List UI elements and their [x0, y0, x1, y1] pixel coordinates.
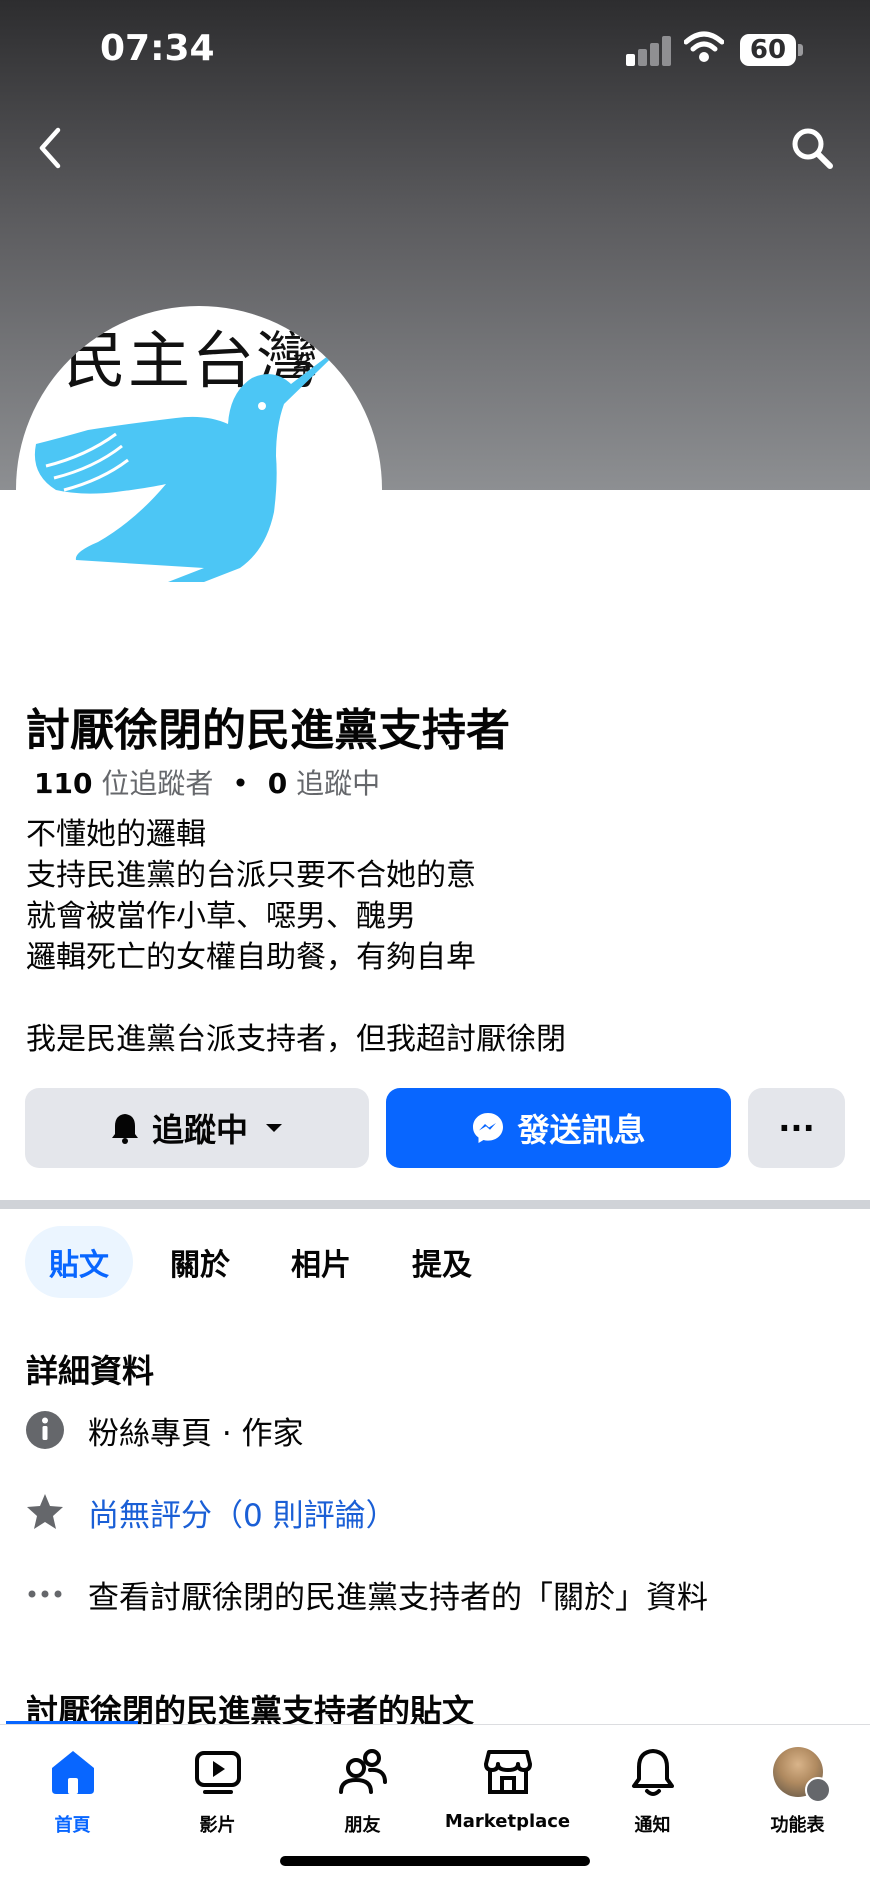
- send-message-button[interactable]: 發送訊息: [386, 1088, 731, 1168]
- about-link-text[interactable]: 查看討厭徐閉的民進黨支持者的「關於」資料: [88, 1572, 708, 1617]
- rating-link[interactable]: 尚無評分（0 則評論）: [88, 1490, 397, 1535]
- nav-home[interactable]: 首頁: [0, 1743, 145, 1837]
- battery-icon: 60: [740, 34, 796, 66]
- tab-about[interactable]: 關於: [146, 1226, 254, 1298]
- profile-tabs: 貼文 關於 相片 提及: [25, 1226, 509, 1298]
- nav-friends-label: 朋友: [344, 1815, 381, 1836]
- detail-about-link[interactable]: 查看討厭徐閉的民進黨支持者的「關於」資料: [24, 1569, 708, 1619]
- ellipsis-icon: [24, 1573, 66, 1615]
- back-icon[interactable]: [30, 124, 70, 172]
- bio-line: 邏輯死亡的女權自助餐，有夠自卑: [26, 940, 476, 975]
- bio-line: 就會被當作小草、噁男、醜男: [26, 899, 416, 934]
- bird-logo-icon: [34, 336, 354, 582]
- search-icon[interactable]: [788, 124, 836, 172]
- tab-photos[interactable]: 相片: [267, 1226, 375, 1298]
- detail-category: 粉絲專頁 · 作家: [24, 1405, 304, 1455]
- status-bar: 07:34 60: [0, 0, 870, 100]
- bio-line: 不懂她的邏輯: [26, 817, 206, 852]
- section-divider: [0, 1200, 870, 1209]
- messenger-icon: [473, 1113, 504, 1143]
- nav-home-label: 首頁: [54, 1815, 91, 1836]
- send-message-label: 發送訊息: [517, 1111, 646, 1149]
- tab-posts[interactable]: 貼文: [25, 1226, 133, 1298]
- bio-line: [26, 978, 566, 1019]
- stats-separator: •: [232, 767, 249, 800]
- marketplace-icon: [435, 1743, 580, 1801]
- menu-avatar-wrap: [725, 1743, 870, 1803]
- bio-line: 支持民進黨的台派只要不合她的意: [26, 858, 476, 893]
- home-icon: [0, 1743, 145, 1801]
- info-icon: [24, 1409, 66, 1451]
- menu-avatar: [772, 1747, 831, 1803]
- followers-count[interactable]: 110: [34, 767, 92, 800]
- following-button-label: 追蹤中: [151, 1111, 248, 1149]
- nav-marketplace-label: Marketplace: [444, 1811, 571, 1832]
- battery-nub: [798, 44, 803, 56]
- category-text: 粉絲專頁 · 作家: [88, 1415, 304, 1452]
- following-count[interactable]: 0: [268, 767, 287, 800]
- bell-icon: [111, 1114, 138, 1144]
- more-icon: ···: [778, 1109, 815, 1147]
- bell-icon: [580, 1743, 725, 1801]
- chevron-down-icon: [266, 1124, 282, 1132]
- more-options-button[interactable]: ···: [748, 1088, 845, 1168]
- following-label[interactable]: 追蹤中: [296, 767, 380, 800]
- tab-mentions[interactable]: 提及: [388, 1226, 496, 1298]
- cellular-signal-icon: [624, 34, 672, 66]
- menu-badge-icon: [804, 1777, 831, 1803]
- profile-picture[interactable]: 民主台灣 系: [16, 306, 382, 672]
- details-title: 詳細資料: [26, 1352, 155, 1390]
- nav-menu[interactable]: 功能表: [725, 1743, 870, 1837]
- followers-label[interactable]: 位追蹤者: [101, 767, 213, 800]
- friends-icon: [290, 1743, 435, 1801]
- bio-line: 我是民進黨台派支持者，但我超討厭徐閉: [26, 1022, 566, 1057]
- page-bio: 不懂她的邏輯 支持民進黨的台派只要不合她的意 就會被當作小草、噁男、醜男 邏輯死…: [26, 814, 566, 1060]
- nav-notifications[interactable]: 通知: [580, 1743, 725, 1837]
- detail-rating[interactable]: 尚無評分（0 則評論）: [24, 1487, 397, 1537]
- follow-stats: 110 位追蹤者 • 0 追蹤中: [34, 762, 380, 802]
- nav-video[interactable]: 影片: [145, 1743, 290, 1837]
- following-button[interactable]: 追蹤中: [25, 1088, 369, 1168]
- star-icon: [24, 1491, 66, 1533]
- status-time: 07:34: [100, 28, 215, 69]
- home-indicator: [280, 1856, 590, 1866]
- video-icon: [145, 1743, 290, 1801]
- nav-marketplace[interactable]: Marketplace: [435, 1743, 580, 1832]
- nav-menu-label: 功能表: [770, 1815, 825, 1836]
- nav-notifications-label: 通知: [634, 1815, 671, 1836]
- page-title: 討厭徐閉的民進黨支持者: [26, 705, 510, 756]
- nav-friends[interactable]: 朋友: [290, 1743, 435, 1837]
- nav-video-label: 影片: [199, 1815, 236, 1836]
- wifi-icon: [684, 31, 724, 62]
